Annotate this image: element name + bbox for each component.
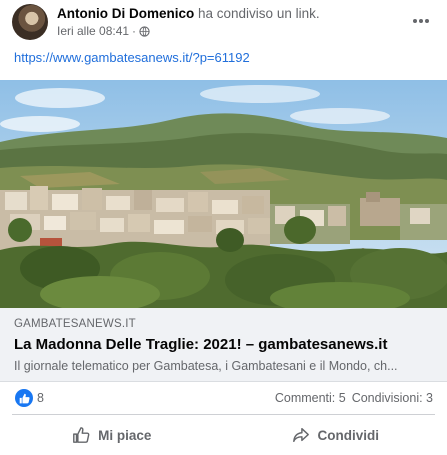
- post-timestamp[interactable]: Ieri alle 08:41: [57, 24, 129, 38]
- like-reaction-icon[interactable]: [15, 389, 33, 407]
- like-button-label: Mi piace: [98, 427, 152, 443]
- more-horizontal-icon: [412, 11, 430, 29]
- globe-icon: [139, 25, 150, 37]
- author-name[interactable]: Antonio Di Domenico: [57, 6, 194, 21]
- post-meta: Ieri alle 08:41 ·: [57, 24, 150, 38]
- share-arrow-icon: [292, 426, 310, 444]
- post-link[interactable]: https://www.gambatesanews.it/?p=61192: [14, 50, 250, 65]
- actions-divider: [12, 414, 435, 415]
- link-description: Il giornale telematico per Gambatesa, i …: [14, 359, 398, 373]
- avatar[interactable]: [12, 4, 48, 40]
- link-title[interactable]: La Madonna Delle Traglie: 2021! – gambat…: [14, 336, 387, 353]
- shares-count[interactable]: Condivisioni: 3: [352, 391, 433, 405]
- author-line: Antonio Di Domenico ha condiviso un link…: [57, 6, 320, 21]
- post-header: Antonio Di Domenico ha condiviso un link…: [0, 0, 447, 44]
- like-button[interactable]: Mi piace: [0, 416, 224, 454]
- link-card[interactable]: GAMBATESANEWS.IT La Madonna Delle Tragli…: [0, 308, 447, 382]
- more-options-button[interactable]: [409, 10, 433, 30]
- reactions-summary: 8 Commenti: 5 Condivisioni: 3: [0, 386, 447, 412]
- share-button[interactable]: Condividi: [224, 416, 447, 454]
- share-button-label: Condividi: [317, 427, 380, 443]
- comments-count[interactable]: Commenti: 5: [275, 391, 346, 405]
- meta-separator: ·: [132, 24, 137, 38]
- post-actions: Mi piace Condividi: [0, 416, 447, 454]
- post-action-text: ha condiviso un link.: [198, 6, 320, 21]
- engagement-counts: Commenti: 5 Condivisioni: 3: [275, 391, 433, 405]
- link-preview-image[interactable]: [0, 80, 447, 308]
- like-count[interactable]: 8: [37, 391, 44, 405]
- link-domain: GAMBATESANEWS.IT: [14, 318, 136, 330]
- thumbs-up-icon: [72, 426, 90, 444]
